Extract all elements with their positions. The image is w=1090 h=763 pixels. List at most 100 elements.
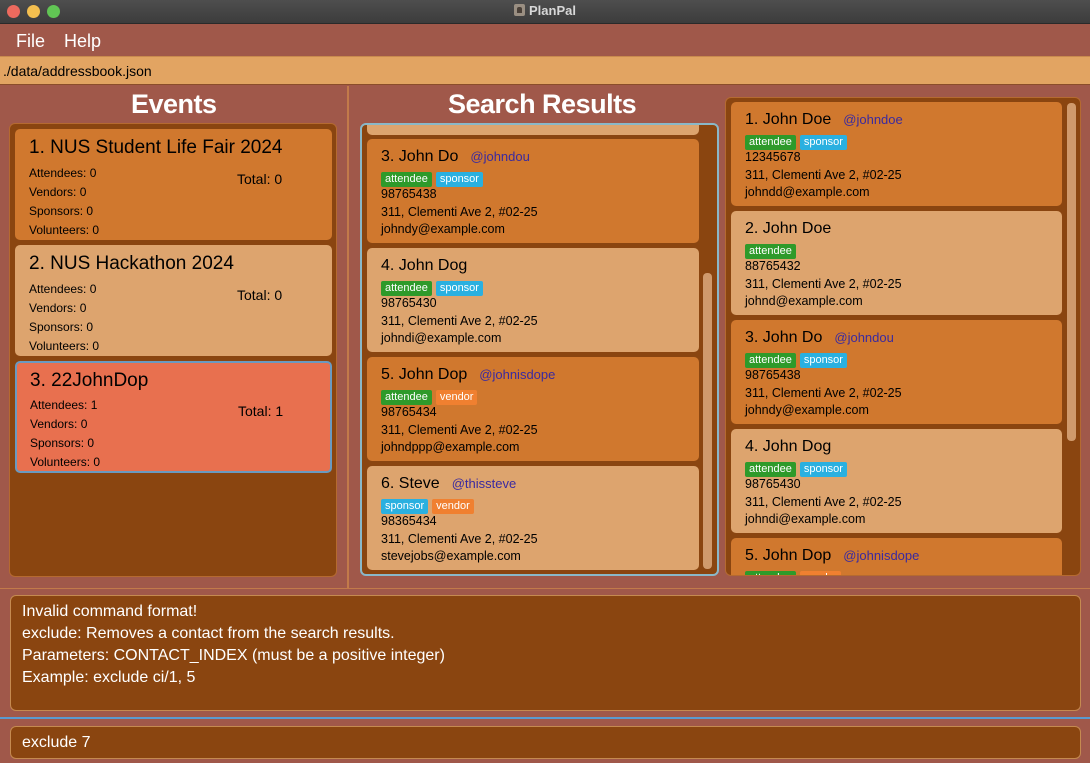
contact-handle[interactable]: @johndou — [470, 149, 529, 164]
tag-vendor: vendor — [799, 571, 842, 575]
event-volunteers: Volunteers: 0 — [29, 223, 100, 237]
result-line-1: Invalid command format! — [22, 603, 198, 620]
contact-phone: 98765430 — [745, 477, 801, 491]
tag-attendee: attendee — [745, 244, 796, 259]
tag-list: attendee — [745, 241, 800, 259]
contact-handle[interactable]: @thissteve — [452, 476, 517, 491]
contact-name: 6. Steve @thissteve — [381, 475, 516, 493]
events-list[interactable]: 1. NUS Student Life Fair 2024 Attendees:… — [9, 123, 337, 577]
event-attendees: Attendees: 0 — [29, 282, 97, 296]
tag-attendee: attendee — [745, 571, 796, 575]
contact-address: 311, Clementi Ave 2, #02-25 — [745, 495, 902, 509]
window-title-text: PlanPal — [529, 3, 576, 18]
search-results-list[interactable]: 3. John Do @johndou attendee sponsor 98765… — [360, 123, 719, 576]
contact-email: johndd@example.com — [745, 185, 870, 199]
contact-name-text: 2. John Doe — [745, 220, 832, 237]
contact-name: 3. John Do @johndou — [745, 329, 894, 347]
tag-list: attendee sponsor — [381, 169, 487, 187]
event-attendees: Attendees: 1 — [30, 398, 98, 412]
contact-phone: 98765434 — [381, 405, 437, 419]
event-name: 2. NUS Hackathon 2024 — [29, 253, 234, 274]
search-result-card[interactable]: 5. John Dop @johnisdope attendee vendor 98… — [367, 357, 699, 461]
tag-vendor: vendor — [435, 390, 478, 405]
contact-address: 311, Clementi Ave 2, #02-25 — [745, 386, 902, 400]
result-line-4: Example: exclude ci/1, 5 — [22, 669, 196, 686]
result-line-3: Parameters: CONTACT_INDEX (must be a pos… — [22, 647, 445, 664]
contact-card[interactable]: 5. John Dop @johnisdope attendeevendor — [731, 538, 1062, 575]
event-volunteers: Volunteers: 0 — [30, 455, 101, 469]
event-card[interactable]: 1. NUS Student Life Fair 2024 Attendees:… — [15, 129, 332, 240]
contact-email: johndy@example.com — [745, 403, 869, 417]
event-name: 3. 22JohnDop — [30, 370, 149, 391]
title-bar: PlanPal — [0, 0, 1090, 24]
contacts-scrollbar[interactable] — [1067, 103, 1076, 441]
tag-sponsor: sponsor — [799, 462, 847, 477]
events-title: Events — [131, 89, 217, 119]
tag-attendee: attendee — [381, 390, 432, 405]
tag-attendee: attendee — [745, 135, 796, 150]
contact-phone: 88765432 — [745, 259, 801, 273]
tag-attendee: attendee — [381, 281, 432, 296]
search-results-scrollbar[interactable] — [703, 273, 712, 569]
app-icon — [514, 4, 526, 16]
search-result-card[interactable]: 3. John Do @johndou attendee sponsor 98765… — [367, 139, 699, 243]
contact-handle[interactable]: @johndoe — [843, 112, 902, 127]
contact-name: 4. John Dog — [381, 257, 467, 275]
contact-name: 3. John Do @johndou — [381, 148, 530, 166]
contact-name: 5. John Dop @johnisdope — [381, 366, 555, 384]
contact-address: 311, Clementi Ave 2, #02-25 — [381, 423, 538, 437]
event-total: Total: 0 — [237, 171, 283, 187]
contact-name-text: 4. John Dog — [745, 438, 832, 455]
contact-phone: 12345678 — [745, 150, 801, 164]
event-total: Total: 0 — [237, 287, 283, 303]
contacts-list[interactable]: 1. John Doe @johndoe attendee sponsor 1234… — [725, 97, 1081, 576]
tag-list: attendee sponsor — [745, 459, 851, 477]
search-result-card[interactable]: 4. John Dog attendee sponsor 98765430 311… — [367, 248, 699, 352]
contact-name: 4. John Dog — [745, 438, 831, 456]
result-display: Invalid command format! exclude: Removes… — [10, 595, 1081, 711]
contact-handle[interactable]: @johnisdope — [843, 548, 919, 563]
event-card-selected[interactable]: 3. 22JohnDop Attendees: 1 Vendors: 0 Spo… — [15, 361, 332, 473]
event-vendors: Vendors: 0 — [30, 417, 88, 431]
command-input[interactable]: exclude 7 — [10, 726, 1081, 759]
contact-phone: 98365434 — [381, 514, 437, 528]
menu-help[interactable]: Help — [64, 31, 101, 52]
event-card[interactable]: 2. NUS Hackathon 2024 Attendees: 0 Vendo… — [15, 245, 332, 356]
contact-phone: 98765438 — [745, 368, 801, 382]
search-result-card[interactable]: 6. Steve @thissteve sponsor vendor 9836543… — [367, 466, 699, 570]
tag-attendee: attendee — [381, 172, 432, 187]
contact-name: 5. John Dop @johnisdope — [745, 547, 919, 565]
contact-card[interactable]: 1. John Doe @johndoe attendee sponsor 1234… — [731, 102, 1062, 206]
contact-card[interactable]: 2. John Doe attendee 88765432 311, Cleme… — [731, 211, 1062, 315]
contact-handle[interactable]: @johnisdope — [479, 367, 555, 382]
tag-sponsor: sponsor — [381, 499, 429, 514]
tag-sponsor: sponsor — [799, 353, 847, 368]
event-total: Total: 1 — [238, 403, 284, 419]
contact-email: johndppp@example.com — [381, 440, 520, 454]
contact-name-text: 5. John Dop — [381, 366, 468, 383]
menu-file[interactable]: File — [16, 31, 45, 52]
contact-name-text: 3. John Do — [381, 148, 459, 165]
event-name: 1. NUS Student Life Fair 2024 — [29, 137, 283, 158]
command-input-text[interactable]: exclude 7 — [22, 734, 91, 752]
contact-address: 311, Clementi Ave 2, #02-25 — [381, 205, 538, 219]
tag-list: sponsor vendor — [381, 496, 478, 514]
contact-card[interactable]: 4. John Dog attendee sponsor 98765430 311… — [731, 429, 1062, 533]
contact-handle[interactable]: @johndou — [834, 330, 893, 345]
contact-name-text: 6. Steve — [381, 475, 440, 492]
menu-bar: File Help — [0, 25, 1090, 56]
status-path-bar: ./data/addressbook.json — [0, 56, 1090, 85]
event-vendors: Vendors: 0 — [29, 301, 87, 315]
contact-card[interactable]: 3. John Do @johndou attendee sponsor 98765… — [731, 320, 1062, 424]
search-results-title: Search Results — [448, 89, 637, 119]
panel-divider — [347, 86, 349, 588]
contact-address: 311, Clementi Ave 2, #02-25 — [745, 168, 902, 182]
tag-sponsor: sponsor — [435, 172, 483, 187]
window-title: PlanPal — [0, 3, 1090, 18]
data-file-path: ./data/addressbook.json — [3, 63, 152, 79]
contact-email: stevejobs@example.com — [381, 549, 521, 563]
contact-name-text: 3. John Do — [745, 329, 823, 346]
contact-email: johndi@example.com — [381, 331, 502, 345]
section-divider — [0, 588, 1090, 589]
event-volunteers: Volunteers: 0 — [29, 339, 100, 353]
